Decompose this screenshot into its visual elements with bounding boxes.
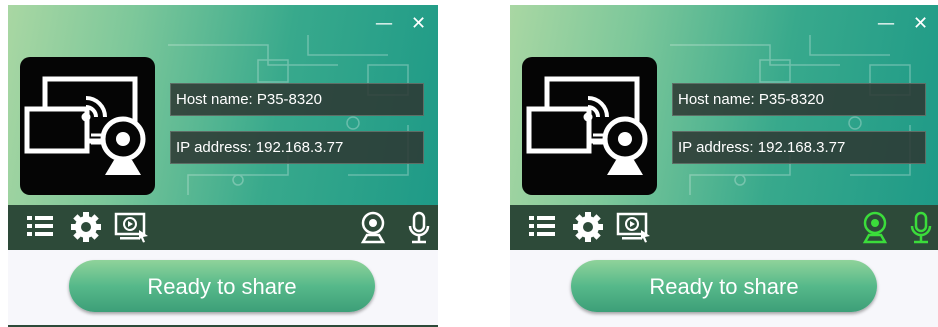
- cast-screen-icon: [526, 76, 648, 175]
- microphone-icon[interactable]: [407, 211, 431, 250]
- list-icon[interactable]: [25, 211, 55, 246]
- app-window-right: — ✕ Host name: P35-8320 IP address: 192.…: [510, 5, 938, 327]
- webcam-icon[interactable]: [862, 211, 888, 250]
- app-logo: [20, 57, 155, 195]
- gear-icon[interactable]: [70, 211, 102, 248]
- content-area: Ready to share: [510, 250, 938, 327]
- header-banner: — ✕ Host name: P35-8320 IP address: 192.…: [510, 5, 938, 205]
- cast-screen-icon: [24, 76, 146, 175]
- host-name-field: Host name: P35-8320: [170, 83, 424, 116]
- ready-to-share-button[interactable]: Ready to share: [69, 260, 375, 312]
- ip-address-field: IP address: 192.168.3.77: [170, 131, 424, 164]
- list-icon[interactable]: [527, 211, 557, 246]
- screen-play-icon[interactable]: [616, 211, 652, 248]
- content-area: Ready to share: [8, 250, 438, 327]
- gear-icon[interactable]: [572, 211, 604, 248]
- microphone-icon[interactable]: [909, 211, 933, 250]
- minimize-button[interactable]: —: [375, 15, 393, 33]
- app-window-left: — ✕ Host name: P35-8320 IP address: 192.…: [8, 5, 438, 327]
- host-name-field: Host name: P35-8320: [672, 83, 926, 116]
- close-button[interactable]: ✕: [411, 15, 426, 33]
- ready-to-share-button[interactable]: Ready to share: [571, 260, 877, 312]
- toolbar: [510, 205, 938, 250]
- header-banner: — ✕ Host name: P35-8320 IP address: 192.…: [8, 5, 438, 205]
- ip-address-field: IP address: 192.168.3.77: [672, 131, 926, 164]
- app-logo: [522, 57, 657, 195]
- minimize-button[interactable]: —: [877, 15, 895, 33]
- toolbar: [8, 205, 438, 250]
- close-button[interactable]: ✕: [913, 15, 928, 33]
- webcam-icon[interactable]: [360, 211, 386, 250]
- screen-play-icon[interactable]: [114, 211, 150, 248]
